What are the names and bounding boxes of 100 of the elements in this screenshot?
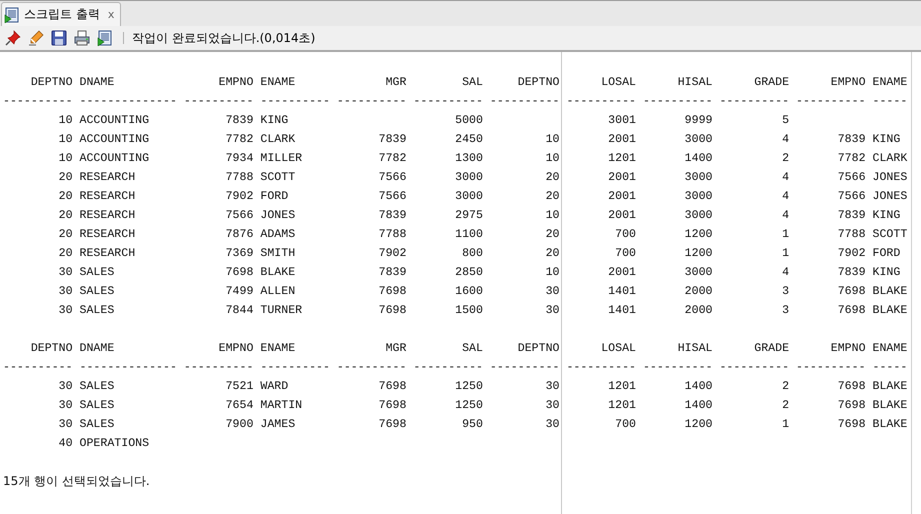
column-rule: ----------	[719, 94, 790, 110]
column-header: ENAME	[260, 75, 296, 91]
table-cell-text: 30	[544, 379, 560, 395]
table-cell-text: 7839	[836, 132, 866, 148]
table-cell-text: 20	[544, 246, 560, 262]
table-cell-text: SALES	[80, 265, 116, 281]
table-cell-text: 30	[544, 303, 560, 319]
column-rule: ----------	[490, 360, 560, 376]
table-cell-text: 2001	[607, 170, 636, 186]
column-rule: ----------	[719, 360, 790, 376]
table-cell-text: JAMES	[260, 417, 296, 433]
script-run-icon	[4, 6, 20, 22]
table-cell-text: ACCOUNTING	[80, 113, 150, 129]
clear-button[interactable]	[27, 29, 45, 47]
column-rule: ----------	[336, 360, 406, 376]
column-rule: ----------	[642, 360, 713, 376]
pin-icon	[5, 30, 21, 46]
table-cell-text: BLAKE	[872, 303, 908, 319]
close-button[interactable]: x	[108, 8, 114, 21]
table-cell-text: 7566	[378, 189, 406, 205]
save-button[interactable]	[50, 29, 68, 47]
table-cell-text: 7698	[378, 417, 406, 433]
table-cell-text: RESEARCH	[80, 170, 136, 186]
column-header: GRADE	[753, 341, 790, 357]
table-cell-text: 950	[461, 417, 483, 433]
table-cell-text: 2	[781, 151, 790, 167]
column-header: DNAME	[80, 75, 116, 91]
table-cell-text: 7566	[224, 208, 254, 224]
table-cell-text: 20	[544, 227, 560, 243]
table-cell-text: 20	[544, 189, 560, 205]
table-cell-text: 1	[781, 417, 790, 433]
table-cell-text: 30	[58, 417, 73, 433]
column-rule: ----------	[184, 360, 254, 376]
table-cell-text: 7698	[836, 398, 866, 414]
column-header: HISAL	[676, 75, 713, 91]
column-header: LOSAL	[600, 341, 636, 357]
table-cell-text: 7698	[378, 398, 406, 414]
table-cell-text: 1200	[684, 246, 713, 262]
table-cell-text: 1201	[607, 379, 636, 395]
column-header: MGR	[384, 75, 406, 91]
table-cell-text: 7698	[378, 379, 406, 395]
table-cell-text: 7566	[836, 189, 866, 205]
column-header: SAL	[461, 75, 483, 91]
table-cell-text: 7844	[224, 303, 254, 319]
table-cell-text: 7566	[378, 170, 406, 186]
table-cell-text: 7902	[836, 246, 866, 262]
table-cell-text: MILLER	[260, 151, 304, 167]
table-cell-text: 7876	[224, 227, 254, 243]
table-cell-text: 800	[461, 246, 483, 262]
table-cell-text: 4	[781, 208, 790, 224]
script-run-icon	[97, 30, 113, 46]
column-rule: ----------	[642, 94, 713, 110]
table-cell-text: 7698	[836, 379, 866, 395]
table-cell-text: MARTIN	[260, 398, 304, 414]
table-cell-text: BLAKE	[260, 265, 296, 281]
table-cell-text: 1200	[684, 417, 713, 433]
table-cell-text: WARD	[260, 379, 290, 395]
table-cell-text: 30	[58, 379, 73, 395]
table-cell-text: BLAKE	[872, 379, 908, 395]
column-header: EMPNO	[830, 75, 866, 91]
pin-button[interactable]	[4, 29, 22, 47]
table-cell-text: 30	[544, 417, 560, 433]
table-cell-text: 20	[58, 189, 73, 205]
table-cell-text: JONES	[872, 170, 908, 186]
run-script-button[interactable]	[96, 29, 114, 47]
table-cell-text: 7698	[378, 303, 406, 319]
table-cell-text: 2001	[607, 189, 636, 205]
rows-selected-message: 15개 행이 선택되었습니다.	[3, 473, 150, 490]
table-cell-text: 7934	[224, 151, 254, 167]
table-cell-text: ADAMS	[260, 227, 296, 243]
table-cell-text: ACCOUNTING	[80, 132, 150, 148]
table-cell-text: 40	[58, 436, 73, 452]
table-cell-text: 2001	[607, 132, 636, 148]
column-header: DNAME	[80, 341, 116, 357]
column-header: DEPTNO	[516, 75, 560, 91]
table-cell-text: 20	[58, 227, 73, 243]
table-cell-text: SALES	[80, 417, 116, 433]
column-header: LOSAL	[600, 75, 636, 91]
column-rule: ----------	[336, 94, 406, 110]
table-cell-text: SALES	[80, 284, 116, 300]
table-cell-text: 3001	[607, 113, 636, 129]
table-cell-text: 700	[614, 227, 636, 243]
table-cell-text: KING	[872, 265, 902, 281]
table-cell-text: SALES	[80, 379, 116, 395]
table-cell-text: 20	[58, 208, 73, 224]
table-cell-text: 3	[781, 284, 790, 300]
table-cell-text: RESEARCH	[80, 227, 136, 243]
tab[interactable]: 스크립트 출력 x	[1, 2, 122, 26]
table-cell-text: 30	[58, 398, 73, 414]
table-cell-text: 20	[58, 170, 73, 186]
table-cell-text: 3000	[684, 265, 713, 281]
column-rule: -----	[872, 94, 908, 110]
column-header: ENAME	[872, 75, 908, 91]
column-rule: ----------	[796, 94, 866, 110]
table-cell-text: 1401	[607, 284, 636, 300]
table-cell-text: 2	[781, 379, 790, 395]
table-cell-text: BLAKE	[872, 284, 908, 300]
table-cell-text: SALES	[80, 303, 116, 319]
table-cell-text: 1400	[684, 379, 713, 395]
print-button[interactable]	[73, 29, 91, 47]
